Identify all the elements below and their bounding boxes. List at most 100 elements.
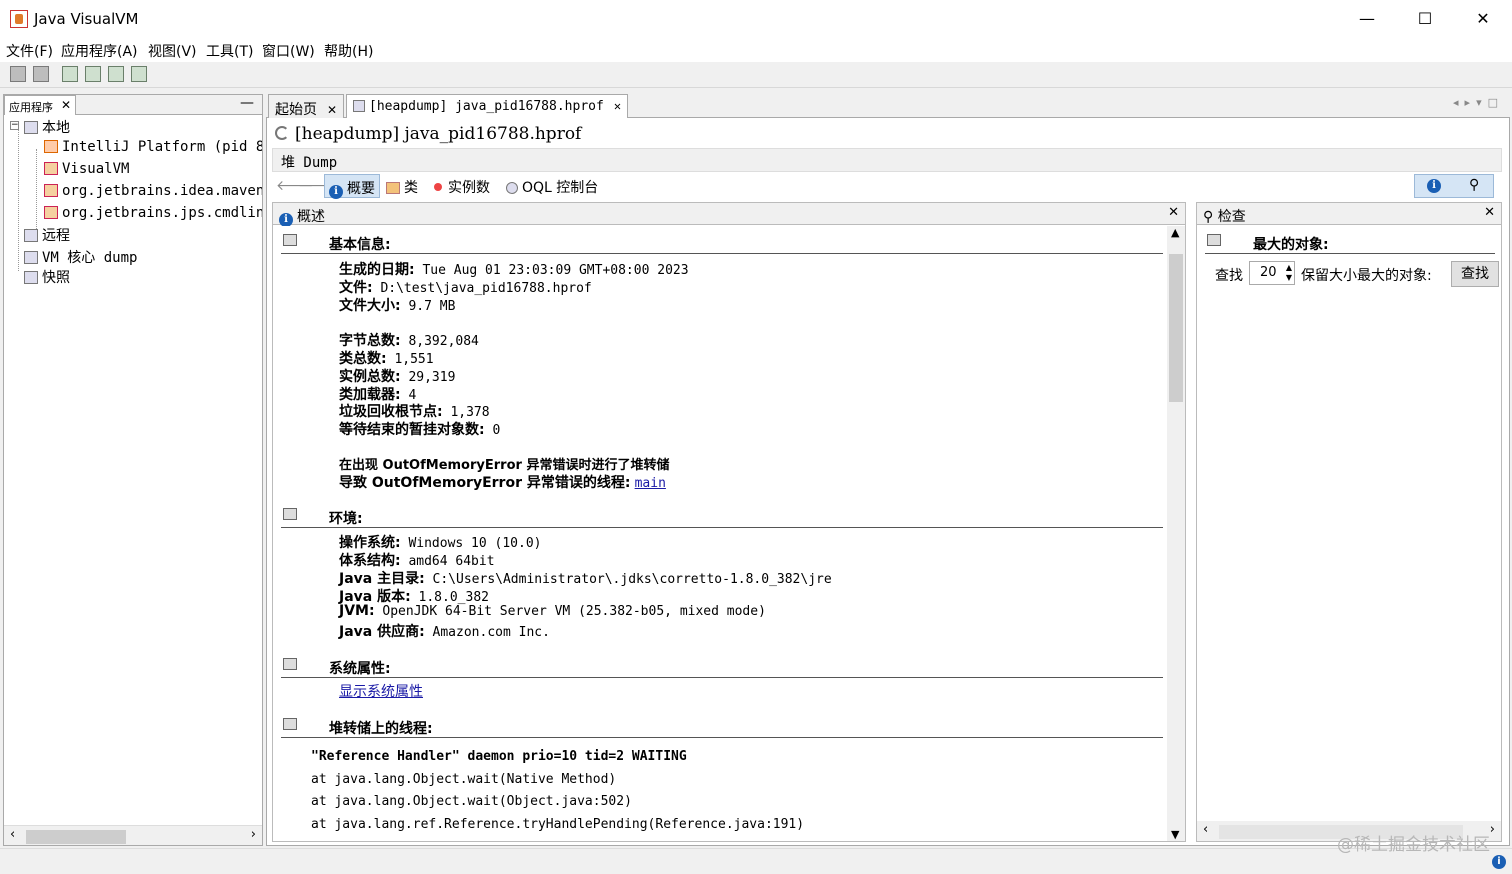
menu-file[interactable]: 文件(F) xyxy=(6,41,53,61)
horizontal-scrollbar[interactable]: ‹ › xyxy=(4,825,262,845)
tree-node-remote[interactable]: 远程 xyxy=(24,225,70,245)
label: 文件: xyxy=(339,280,373,296)
vertical-scrollbar[interactable]: ▲ ▼ xyxy=(1167,226,1185,841)
main-panel: 起始页 ✕ [heapdump] java_pid16788.hprof ✕ ◂▸▾… xyxy=(266,94,1510,846)
info-toggle-icon[interactable]: i xyxy=(1427,179,1441,193)
menu-tools[interactable]: 工具(T) xyxy=(206,41,253,61)
tree-node-visualvm[interactable]: VisualVM xyxy=(44,161,129,181)
menu-view[interactable]: 视图(V) xyxy=(148,41,197,61)
value: 0 xyxy=(492,423,501,438)
applications-tab-label: 应用程序 xyxy=(9,101,53,114)
section-environment: 环境: xyxy=(281,506,1163,528)
tree-node-intellij[interactable]: IntelliJ Platform (pid 838 xyxy=(44,139,262,159)
add-remote-host-icon[interactable] xyxy=(85,66,101,82)
scrollbar-thumb[interactable] xyxy=(26,830,126,844)
coredump-icon xyxy=(24,251,38,264)
object-count-spinner[interactable]: 20 ▲ ▼ xyxy=(1249,261,1295,285)
close-button[interactable]: ✕ xyxy=(1454,0,1512,38)
panel-toggle-buttons: i ⚲ xyxy=(1414,174,1494,198)
largest-objects-icon xyxy=(1207,234,1221,246)
show-system-properties-link[interactable]: 显示系统属性 xyxy=(339,681,423,701)
maximize-button[interactable]: ☐ xyxy=(1396,0,1454,38)
inspect-panel: ⚲ 检查 ✕ 最大的对象: 查找 20 ▲ ▼ 保留大小最大的对象: 查找 ‹ › xyxy=(1196,202,1502,842)
add-snapshot-icon[interactable] xyxy=(131,66,147,82)
menu-application[interactable]: 应用程序(A) xyxy=(61,41,138,61)
status-bar: i xyxy=(0,848,1512,874)
inspect-header: ⚲ 检查 ✕ xyxy=(1197,203,1501,225)
search-icon[interactable]: ⚲ xyxy=(1469,177,1479,193)
tab-heapdump[interactable]: [heapdump] java_pid16788.hprof ✕ xyxy=(346,94,629,119)
editor-tab-bar: 起始页 ✕ [heapdump] java_pid16788.hprof ✕ ◂▸▾… xyxy=(266,94,1510,119)
tree-node-snapshots[interactable]: 快照 xyxy=(24,267,70,287)
heapdump-document: [heapdump] java_pid16788.hprof 堆 Dump 🡐 … xyxy=(266,118,1510,846)
label: Java 供应商: xyxy=(339,624,425,640)
toolbar xyxy=(0,62,1512,88)
inspect-title: 检查 xyxy=(1217,209,1246,225)
value: 1,378 xyxy=(450,405,490,420)
tree-node-label: VisualVM xyxy=(62,161,130,177)
tree-node-maven[interactable]: org.jetbrains.idea.maven.s xyxy=(44,183,262,203)
close-icon[interactable]: ✕ xyxy=(1168,205,1179,220)
menu-window[interactable]: 窗口(W) xyxy=(262,41,315,61)
scroll-right-icon[interactable]: › xyxy=(1490,822,1495,837)
tree-node-local[interactable]: 本地 xyxy=(24,117,70,137)
scroll-down-icon[interactable]: ▼ xyxy=(1171,828,1179,841)
label: 字节总数: xyxy=(339,333,401,349)
minimize-button[interactable]: — xyxy=(1338,0,1396,38)
value: 9.7 MB xyxy=(408,299,456,314)
notification-icon[interactable]: i xyxy=(1492,855,1506,869)
add-vm-coredump-icon[interactable] xyxy=(108,66,124,82)
tree-node-vm-coredump[interactable]: VM 核心 dump xyxy=(24,247,137,267)
close-icon[interactable]: ✕ xyxy=(1484,205,1495,220)
label: 导致 OutOfMemoryError 异常错误的线程: xyxy=(339,475,631,491)
view-summary-button[interactable]: i 概要 xyxy=(324,174,380,199)
tab-start-page[interactable]: 起始页 ✕ xyxy=(268,94,345,118)
stack-frame: at java.lang.Object.wait(Object.java:502… xyxy=(311,794,632,809)
environment-icon xyxy=(283,508,297,520)
env-arch: 体系结构: amd64 64bit xyxy=(339,550,495,570)
save-icon[interactable] xyxy=(33,66,49,82)
tab-navigation-icons[interactable]: ◂▸▾□ xyxy=(1453,96,1504,109)
tab-label: 起始页 xyxy=(275,102,317,118)
scroll-left-icon[interactable]: ‹ xyxy=(10,827,15,842)
document-title-text: [heapdump] java_pid16788.hprof xyxy=(295,124,582,144)
scrollbar-thumb[interactable] xyxy=(1169,254,1183,402)
info-bytes: 字节总数: 8,392,084 xyxy=(339,330,479,350)
find-button[interactable]: 查找 xyxy=(1451,261,1499,287)
close-icon[interactable]: ✕ xyxy=(614,99,621,113)
minimize-panel-icon[interactable]: — xyxy=(240,95,254,111)
object-count-value: 20 xyxy=(1260,265,1277,280)
view-toolbar: 🡐 🡒 i 概要 类 实例数 OQL 控制台 i ⚲ xyxy=(272,174,1502,199)
section-title: 堆转储上的线程: xyxy=(329,721,433,737)
menu-help[interactable]: 帮助(H) xyxy=(324,41,373,61)
load-snapshot-icon[interactable] xyxy=(10,66,26,82)
scroll-right-icon[interactable]: › xyxy=(251,827,256,842)
tree-node-jps[interactable]: org.jetbrains.jps.cmdline. xyxy=(44,205,262,225)
info-pending: 等待结束的暂挂对象数: 0 xyxy=(339,419,500,439)
close-icon[interactable]: ✕ xyxy=(61,98,71,112)
collapse-toggle[interactable]: − xyxy=(10,121,19,130)
application-tree: − 本地 IntelliJ Platform (pid 838 VisualVM… xyxy=(4,115,262,825)
close-icon[interactable]: ✕ xyxy=(327,103,337,117)
scroll-left-icon[interactable]: ‹ xyxy=(1203,822,1208,837)
env-java-home: Java 主目录: C:\Users\Administrator\.jdks\c… xyxy=(339,568,832,588)
visualvm-icon xyxy=(44,162,58,175)
spinner-arrows-icon[interactable]: ▲ ▼ xyxy=(1286,263,1292,283)
add-jmx-connection-icon[interactable] xyxy=(62,66,78,82)
scroll-up-icon[interactable]: ▲ xyxy=(1171,226,1179,239)
view-classes-button[interactable]: 类 xyxy=(382,174,422,198)
tree-node-label: IntelliJ Platform (pid 838 xyxy=(62,139,262,155)
label: 操作系统: xyxy=(339,535,401,551)
tree-node-label: org.jetbrains.idea.maven.s xyxy=(62,183,262,199)
applications-tab[interactable]: 应用程序 ✕ xyxy=(4,95,76,115)
main-thread-link[interactable]: main xyxy=(635,476,666,491)
section-basic-info: 基本信息: xyxy=(281,232,1163,254)
info-oome: 在出现 OutOfMemoryError 异常错误时进行了堆转储 xyxy=(339,458,670,473)
view-oql-button[interactable]: OQL 控制台 xyxy=(502,174,602,198)
value: 29,319 xyxy=(408,370,456,385)
network-icon xyxy=(24,229,38,242)
view-instances-button[interactable]: 实例数 xyxy=(430,174,494,198)
section-title: 最大的对象: xyxy=(1253,237,1329,253)
section-largest-objects: 最大的对象: xyxy=(1205,232,1495,254)
tree-node-label: 快照 xyxy=(42,270,70,286)
